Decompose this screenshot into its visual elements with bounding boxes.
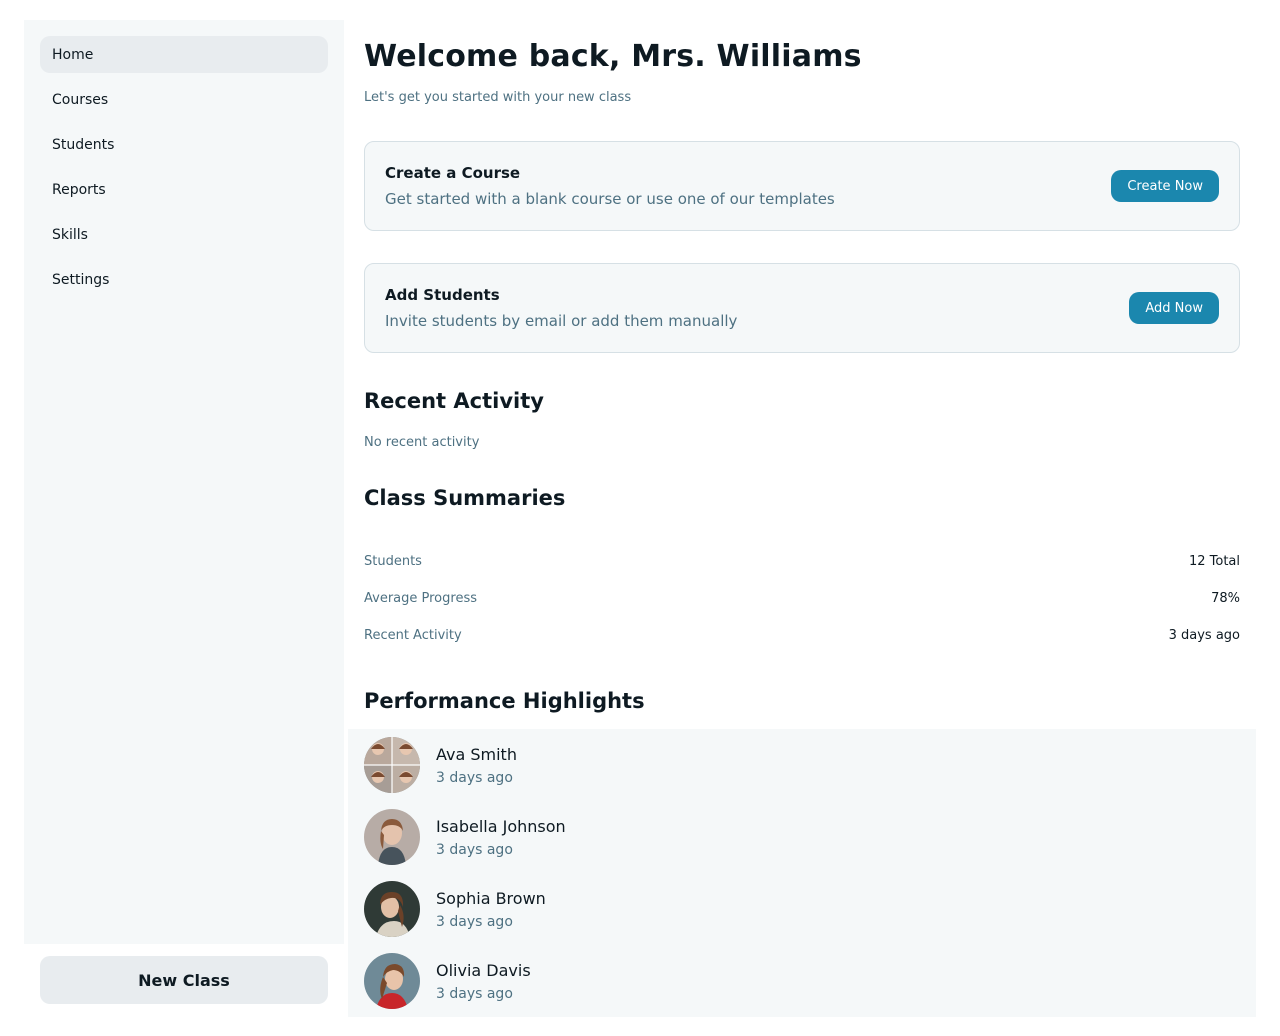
student-name: Olivia Davis [436,960,531,980]
performance-highlights-title: Performance Highlights [364,689,645,713]
card-description: Get started with a blank course or use o… [385,190,835,208]
summary-value: 12 Total [1188,553,1240,569]
performance-highlights-list: Ava Smith 3 days ago Isabella Johnson 3 … [348,729,1256,1017]
summary-row-recent-activity: Recent Activity 3 days ago [364,625,1240,645]
list-item[interactable]: Sophia Brown 3 days ago [364,881,546,937]
page-subtitle: Let's get you started with your new clas… [364,90,632,105]
sidebar-item-skills[interactable]: Skills [40,216,328,253]
create-course-card: Create a Course Get started with a blank… [364,141,1240,231]
summary-label: Students [364,553,422,569]
avatar [364,881,420,937]
new-class-container: New Class [40,956,328,1004]
class-summaries-title: Class Summaries [364,486,566,510]
sidebar-item-students[interactable]: Students [40,126,328,163]
student-time: 3 days ago [436,841,513,858]
list-item[interactable]: Ava Smith 3 days ago [364,737,517,793]
sidebar-item-reports[interactable]: Reports [40,171,328,208]
student-time: 3 days ago [436,769,513,786]
student-name: Isabella Johnson [436,816,566,836]
list-item[interactable]: Olivia Davis 3 days ago [364,953,531,1009]
new-class-button[interactable]: New Class [40,956,328,1004]
summary-value: 3 days ago [1168,627,1240,643]
summary-row-students: Students 12 Total [364,551,1240,571]
avatar [364,953,420,1009]
summary-row-average-progress: Average Progress 78% [364,588,1240,608]
student-name: Ava Smith [436,744,517,764]
sidebar: Home Courses Students Reports Skills Set… [24,20,344,944]
card-title: Create a Course [385,164,521,182]
create-now-button[interactable]: Create Now [1111,170,1219,202]
page-title: Welcome back, Mrs. Williams [364,39,862,74]
summary-label: Average Progress [364,590,477,606]
add-students-card: Add Students Invite students by email or… [364,263,1240,353]
summary-value: 78% [1211,590,1240,606]
main-content: Welcome back, Mrs. Williams Let's get yo… [364,20,1240,713]
sidebar-item-courses[interactable]: Courses [40,81,328,118]
sidebar-item-settings[interactable]: Settings [40,261,328,298]
recent-activity-empty: No recent activity [364,435,480,450]
list-item[interactable]: Isabella Johnson 3 days ago [364,809,566,865]
avatar [364,737,420,793]
summary-label: Recent Activity [364,627,462,643]
avatar [364,809,420,865]
add-now-button[interactable]: Add Now [1129,292,1219,324]
card-title: Add Students [385,286,500,304]
recent-activity-title: Recent Activity [364,389,544,413]
student-name: Sophia Brown [436,888,546,908]
student-time: 3 days ago [436,985,513,1002]
card-description: Invite students by email or add them man… [385,312,738,330]
sidebar-item-home[interactable]: Home [40,36,328,73]
student-time: 3 days ago [436,913,513,930]
